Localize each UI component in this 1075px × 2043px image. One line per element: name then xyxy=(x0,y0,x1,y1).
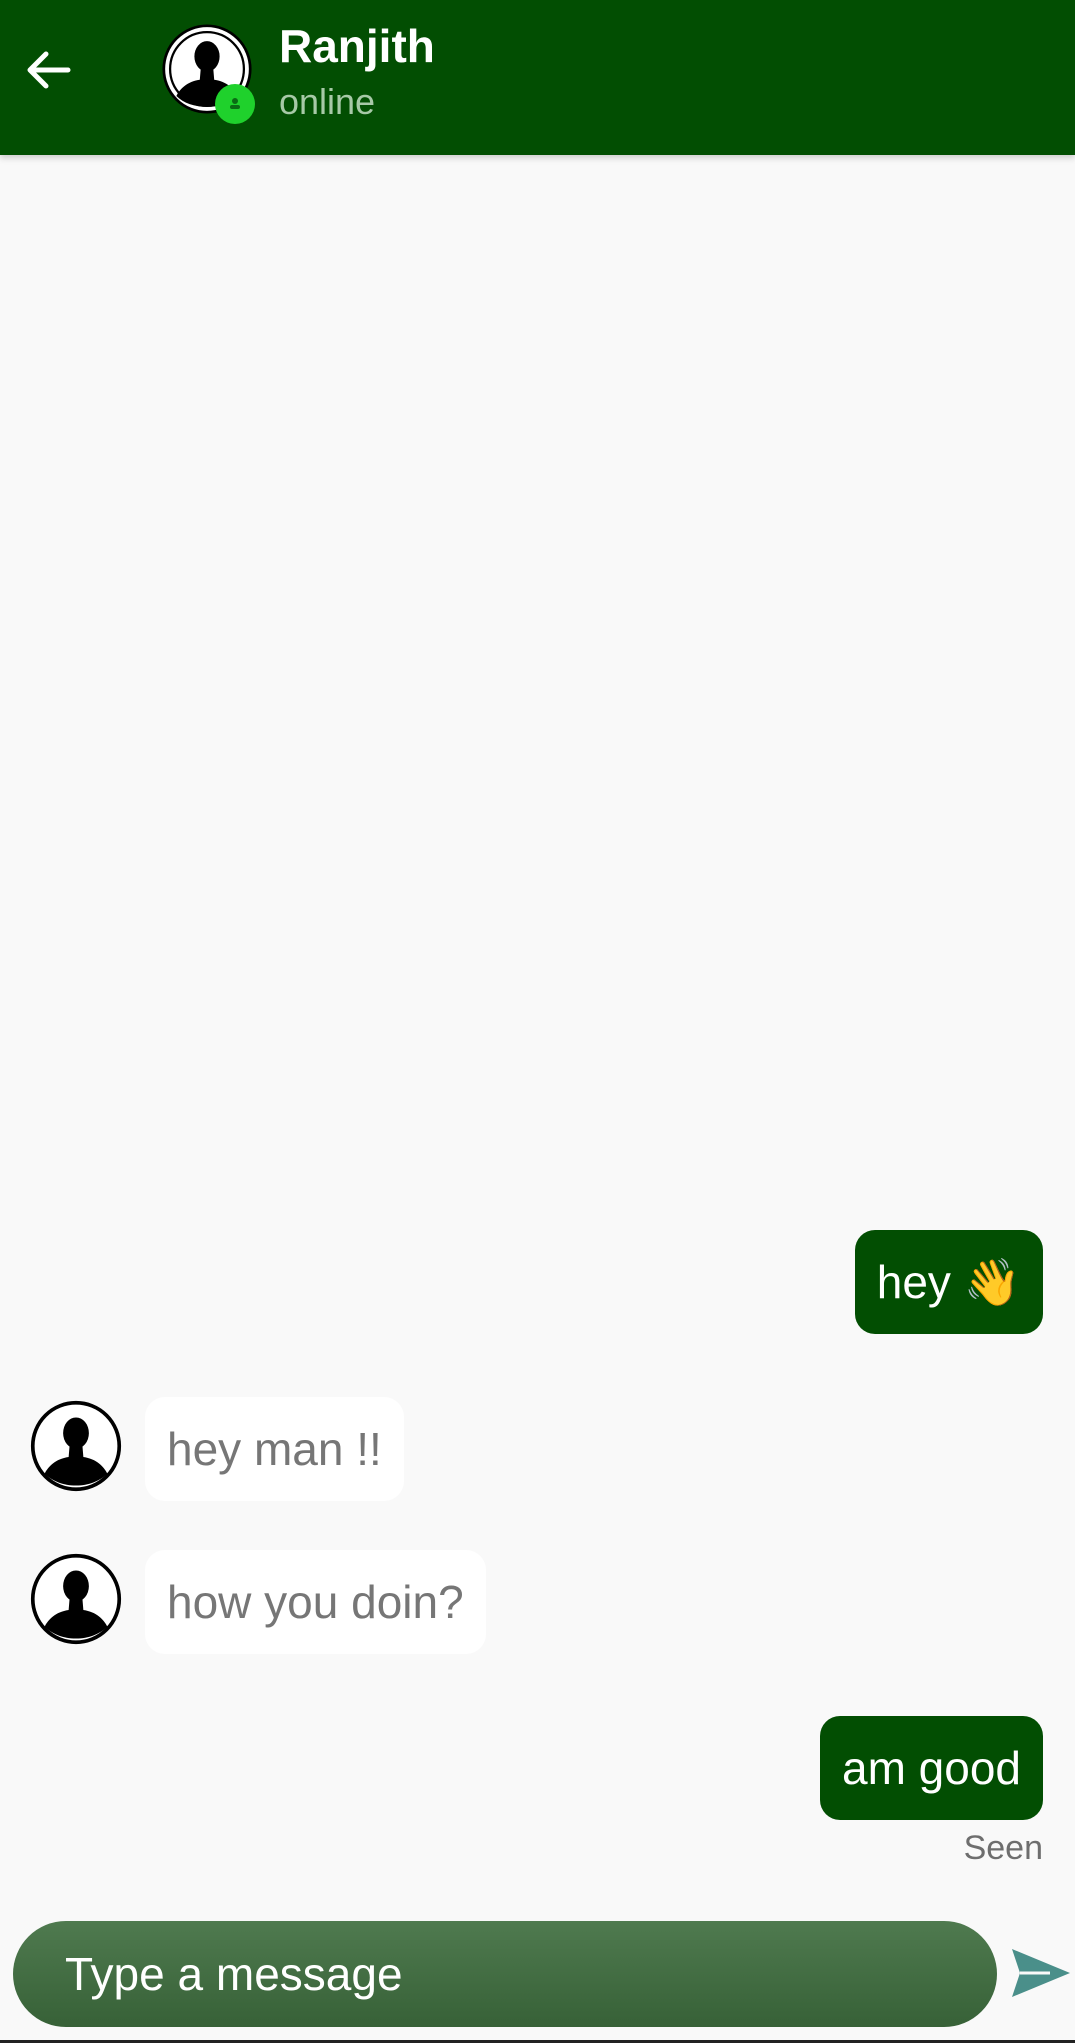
incoming-message: hey man !! xyxy=(145,1397,404,1501)
online-dot-icon xyxy=(215,84,255,124)
outgoing-message: am good xyxy=(819,1716,1043,1820)
seen-receipt: Seen xyxy=(963,1829,1043,1867)
arrow-left-icon xyxy=(27,51,71,89)
incoming-message: how you doin? xyxy=(145,1550,486,1654)
message-input[interactable] xyxy=(65,1947,965,2001)
send-button[interactable] xyxy=(1008,1940,1074,2006)
incoming-avatar xyxy=(30,1400,122,1492)
send-icon xyxy=(1012,1949,1070,1997)
person-silhouette-icon xyxy=(30,1400,122,1492)
contact-name: Ranjith xyxy=(279,20,435,72)
message-composer xyxy=(13,1921,997,2027)
incoming-avatar xyxy=(30,1553,122,1645)
contact-status: online xyxy=(279,81,376,122)
outgoing-message: hey 👋 xyxy=(854,1230,1043,1334)
chat-header: Ranjith online xyxy=(0,0,1075,155)
back-button[interactable] xyxy=(18,38,78,102)
person-silhouette-icon xyxy=(30,1553,122,1645)
